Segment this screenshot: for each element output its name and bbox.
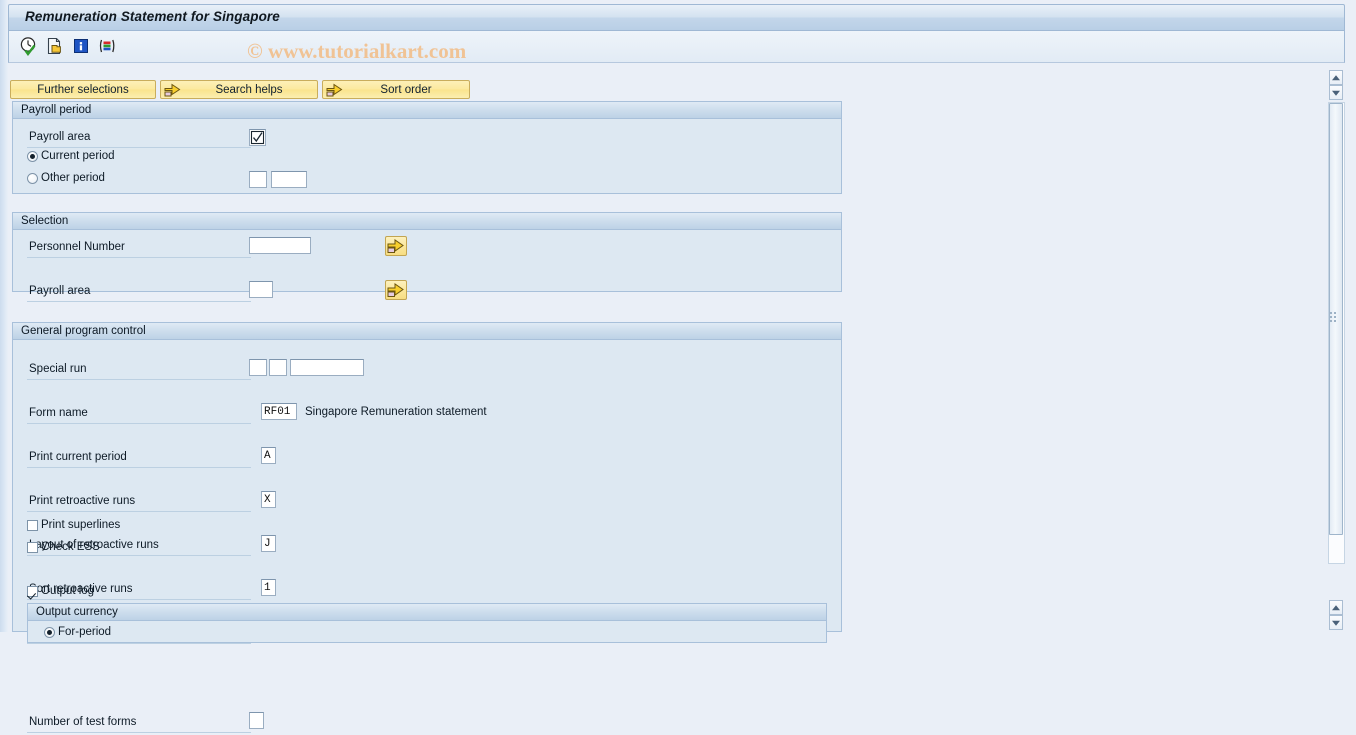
special-run-label: Special run (29, 363, 87, 375)
arrow-up-icon (1332, 604, 1340, 610)
splitter-grip[interactable] (1330, 312, 1338, 330)
print-superlines-label: Print superlines (41, 519, 121, 531)
special-run-row: Special run (13, 359, 841, 382)
number-of-test-forms-row: Number of test forms (13, 712, 841, 735)
special-run-input-3[interactable] (290, 359, 364, 376)
search-helps-button[interactable]: Search helps (160, 80, 318, 99)
checkbox-box-icon (27, 519, 38, 531)
info-icon[interactable] (71, 36, 91, 56)
checkbox-output-log[interactable]: Output log (27, 585, 94, 597)
execute-background-icon[interactable] (45, 36, 65, 56)
yellow-arrow-icon (326, 82, 343, 97)
watermark-text: © www.tutorialkart.com (247, 39, 467, 63)
payroll-area-multiple-selection-button[interactable] (385, 280, 407, 300)
checkbox-box-icon (27, 585, 38, 597)
form-name-input[interactable] (261, 403, 297, 420)
other-period-input-2[interactable] (271, 171, 307, 188)
general-program-control-group: General program control Special run Form… (12, 322, 842, 733)
payroll-area-selection-row: Payroll area (13, 280, 841, 304)
radio-dot-icon (27, 150, 38, 162)
output-log-label: Output log (41, 585, 95, 597)
scroll-up-button-bottom[interactable] (1329, 600, 1343, 615)
screen-scroll-down-button[interactable] (1329, 85, 1343, 100)
arrow-up-icon (1332, 74, 1340, 80)
payroll-period-group: Payroll period Payroll area Current peri… (12, 101, 842, 194)
checkbox-print-superlines[interactable]: Print superlines (27, 519, 120, 531)
special-run-input-2[interactable] (269, 359, 287, 376)
output-currency-group-title: Output currency (28, 604, 826, 621)
general-program-control-title: General program control (13, 323, 841, 340)
yellow-arrow-icon (164, 82, 181, 97)
print-retroactive-runs-row: Print retroactive runs (13, 491, 841, 514)
number-of-test-forms-input[interactable] (249, 712, 264, 729)
number-of-test-forms-label: Number of test forms (29, 716, 137, 728)
print-current-period-label: Print current period (29, 451, 127, 463)
personnel-number-label: Personnel Number (29, 241, 125, 253)
payroll-area-f4-checkbox[interactable] (249, 129, 266, 146)
further-selections-label: Further selections (37, 83, 129, 96)
screen-scroll-up-button[interactable] (1329, 70, 1343, 85)
radio-dot-icon (27, 172, 38, 184)
payroll-area-selection-label: Payroll area (29, 285, 91, 297)
application-toolbar (8, 31, 1345, 63)
radio-for-period[interactable]: For-period (44, 626, 111, 638)
layout-retroactive-runs-row: Layout of retroactive runs (13, 535, 841, 558)
sort-retroactive-runs-row: Sort retroactive runs (13, 579, 841, 602)
radio-dot-icon (44, 626, 55, 638)
radio-current-period[interactable]: Current period (27, 150, 115, 162)
payroll-area-label: Payroll area (29, 131, 91, 143)
check-ess-label: Check ESS (41, 541, 100, 553)
arrow-down-icon (1332, 90, 1340, 96)
selection-screen-button-row: Further selections Search helps Sort ord… (10, 80, 470, 99)
print-retroactive-runs-label: Print retroactive runs (29, 495, 136, 507)
personnel-number-input[interactable] (249, 237, 311, 254)
payroll-area-selection-input[interactable] (249, 281, 273, 298)
variant-bars-icon[interactable] (97, 36, 117, 56)
other-period-input-1[interactable] (249, 171, 267, 188)
current-period-label: Current period (41, 150, 115, 162)
execute-clock-check-icon[interactable] (19, 36, 39, 57)
payroll-period-group-title: Payroll period (13, 102, 841, 119)
sort-order-button[interactable]: Sort order (322, 80, 470, 99)
form-name-label: Form name (29, 407, 88, 419)
left-rail (0, 0, 8, 632)
form-name-row: Form name Singapore Remuneration stateme… (13, 403, 841, 426)
print-retroactive-runs-input[interactable] (261, 491, 276, 508)
personnel-number-multiple-selection-button[interactable] (385, 236, 407, 256)
sap-selection-screen: Remuneration Statement for Singapore © w… (0, 0, 1356, 733)
payroll-area-row: Payroll area (13, 128, 841, 150)
selection-group: Selection Personnel Number Payroll area (12, 212, 842, 302)
arrow-down-icon (1332, 620, 1340, 626)
for-period-label: For-period (58, 626, 112, 638)
scroll-down-button-bottom[interactable] (1329, 615, 1343, 630)
window-title-bar: Remuneration Statement for Singapore (8, 4, 1345, 31)
further-selections-button[interactable]: Further selections (10, 80, 156, 99)
radio-other-period[interactable]: Other period (27, 172, 105, 184)
output-currency-group: Output currency For-period (27, 603, 827, 643)
print-current-period-row: Print current period (13, 447, 841, 470)
other-period-label: Other period (41, 172, 105, 184)
personnel-number-row: Personnel Number (13, 236, 841, 260)
page-title: Remuneration Statement for Singapore (25, 9, 280, 24)
checkbox-box-icon (27, 541, 38, 553)
vertical-scrollbar-track[interactable] (1328, 102, 1345, 564)
sort-order-label: Sort order (380, 83, 432, 96)
special-run-input-1[interactable] (249, 359, 267, 376)
search-helps-label: Search helps (215, 83, 283, 96)
form-name-description: Singapore Remuneration statement (305, 406, 487, 418)
sort-retroactive-runs-input[interactable] (261, 579, 276, 596)
checkbox-check-ess[interactable]: Check ESS (27, 541, 100, 553)
print-current-period-input[interactable] (261, 447, 276, 464)
layout-retroactive-runs-input[interactable] (261, 535, 276, 552)
selection-group-title: Selection (13, 213, 841, 230)
